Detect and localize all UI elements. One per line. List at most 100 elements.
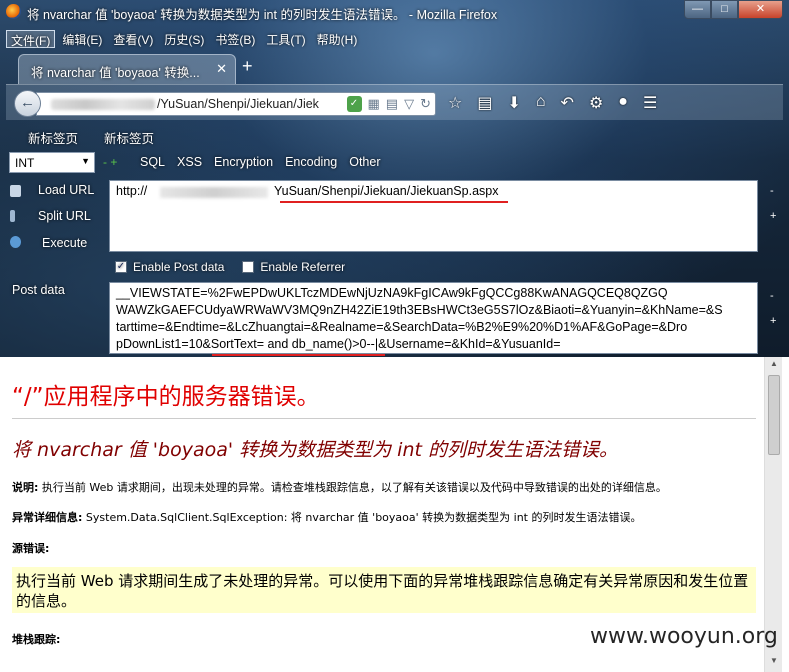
hackbar-menu-other[interactable]: Other [349, 155, 380, 169]
menu-view[interactable]: 查看(V) [109, 30, 157, 48]
load-url-icon [10, 185, 21, 197]
hackbar-url-path: YuSuan/Shenpi/Jiekuan/JiekuanSp.aspx [274, 184, 499, 198]
stack-trace: 堆栈跟踪: [12, 631, 60, 647]
browser-chrome: 将 nvarchar 值 'boyaoa' 转换为数据类型为 int 的列时发生… [0, 0, 789, 357]
window-title: 将 nvarchar 值 'boyaoa' 转换为数据类型为 int 的列时发生… [27, 8, 498, 22]
menu-file[interactable]: 文件(F) [6, 30, 56, 48]
menu-edit[interactable]: 编辑(E) [58, 30, 106, 48]
execute-button[interactable]: Execute [42, 236, 87, 250]
post-data-label: Post data [12, 283, 65, 297]
close-button[interactable]: ✕ [738, 0, 783, 19]
enable-referrer-checkbox[interactable]: Enable Referrer [242, 260, 345, 274]
hackbar-menu-sql[interactable]: SQL [140, 155, 165, 169]
scroll-up-icon[interactable]: ▲ [765, 359, 783, 373]
reader-icon[interactable]: ▤ [386, 96, 398, 112]
tab-active[interactable]: 将 nvarchar 值 'boyaoa' 转换... ✕ [18, 54, 236, 84]
toolbar-icons: ☆ ▤ ⬇ ⌂ ↶ ⚙ ● ☰ [448, 93, 657, 113]
side-plus-icon[interactable]: + [770, 210, 776, 222]
list-icon[interactable]: ▤ [477, 93, 492, 113]
hackbar-type-value: INT [15, 156, 35, 170]
execute-icon [10, 236, 21, 248]
post-line-1: __VIEWSTATE=%2FwEPDwUKLTczMDEwNjUzNA9kFg… [116, 286, 668, 300]
menu-help[interactable]: 帮助(H) [313, 30, 362, 48]
plugin-icon[interactable]: ⚙ [589, 93, 603, 113]
dropdown-icon[interactable]: ▽ [404, 96, 414, 112]
stack-trace-label: 堆栈跟踪: [12, 633, 61, 646]
exception-text: System.Data.SqlClient.SqlException: 将 nv… [82, 511, 642, 524]
hackbar-menu-xss[interactable]: XSS [177, 155, 202, 169]
exception-details: 异常详细信息: System.Data.SqlClient.SqlExcepti… [12, 509, 642, 525]
hackbar-url-prefix: http:// [116, 184, 148, 198]
menu-bar: 文件(F) 编辑(E) 查看(V) 历史(S) 书签(B) 工具(T) 帮助(H… [6, 30, 364, 48]
chevron-down-icon: ▼ [81, 156, 90, 166]
addon-icon[interactable]: ● [618, 93, 628, 113]
side-minus-icon[interactable]: - [770, 185, 774, 197]
minimize-button[interactable]: — [684, 0, 711, 19]
scroll-thumb[interactable] [768, 375, 780, 455]
divider [12, 418, 756, 419]
source-error: 源错误: [12, 540, 49, 556]
maximize-button[interactable]: □ [711, 0, 738, 19]
enable-referrer-label: Enable Referrer [260, 260, 346, 274]
source-error-box: 执行当前 Web 请求期间生成了未处理的异常。可以使用下面的异常堆栈跟踪信息确定… [12, 567, 756, 613]
bookmarks-bar: 新标签页 新标签页 [28, 128, 154, 147]
hackbar-increment-buttons[interactable]: - + [103, 155, 117, 169]
side-plus-icon-2[interactable]: + [770, 315, 776, 327]
bookmark-new-tab-1[interactable]: 新标签页 [28, 128, 78, 147]
menu-icon[interactable]: ☰ [643, 93, 657, 113]
back-button[interactable]: ← [14, 90, 41, 117]
hackbar-url-field[interactable]: http:// YuSuan/Shenpi/Jiekuan/JiekuanSp.… [109, 180, 758, 252]
post-line-4: pDownList1=10&SortText= and db_name()>0-… [116, 337, 561, 351]
split-url-icon [10, 210, 15, 222]
url-redacted [51, 99, 155, 110]
checkbox-checked[interactable]: ✓ [115, 261, 127, 273]
hackbar-menu-encoding[interactable]: Encoding [285, 155, 337, 169]
url-bar-icons: ✓ ▦ ▤ ▽ ↻ [346, 96, 431, 112]
hackbar-post-field[interactable]: __VIEWSTATE=%2FwEPDwUKLTczMDEwNjUzNA9kFg… [109, 282, 758, 354]
checkbox-unchecked[interactable] [242, 261, 255, 273]
download-icon[interactable]: ⬇ [507, 93, 520, 113]
exception-label: 异常详细信息: [12, 511, 83, 524]
new-tab-button[interactable]: + [242, 56, 253, 77]
hackbar-menu: SQL XSS Encryption Encoding Other [140, 155, 380, 169]
side-minus-icon-2[interactable]: - [770, 290, 774, 302]
url-text: /YuSuan/Shenpi/Jiekuan/Jiek [157, 97, 319, 111]
hackbar-menu-encryption[interactable]: Encryption [214, 155, 273, 169]
split-url-button[interactable]: Split URL [38, 209, 91, 223]
watermark: www.wooyun.org [590, 624, 778, 649]
hackbar-options: ✓ Enable Post data Enable Referrer [115, 260, 345, 274]
page-title: “/”应用程序中的服务器错误。 [12, 384, 320, 410]
shield-icon[interactable]: ✓ [346, 96, 362, 112]
navigation-bar: /YuSuan/Shenpi/Jiekuan/Jiek ✓ ▦ ▤ ▽ ↻ ← … [6, 84, 783, 120]
error-subtitle: 将 nvarchar 值 'boyaoa' 转换为数据类型为 int 的列时发生… [12, 439, 618, 461]
source-error-text: 执行当前 Web 请求期间生成了未处理的异常。可以使用下面的异常堆栈跟踪信息确定… [16, 572, 749, 610]
firefox-logo-icon [6, 4, 21, 19]
qr-icon[interactable]: ▦ [368, 96, 380, 112]
reload-icon[interactable]: ↻ [420, 96, 431, 112]
home-icon[interactable]: ⌂ [536, 93, 546, 113]
enable-post-checkbox[interactable]: ✓ Enable Post data [115, 260, 224, 274]
undo-icon[interactable]: ↶ [561, 93, 574, 113]
bookmark-new-tab-2[interactable]: 新标签页 [104, 128, 154, 147]
annotation-underline-url [280, 201, 508, 203]
tab-label: 将 nvarchar 值 'boyaoa' 转换... [31, 66, 200, 80]
post-line-3: tarttime=&Endtime=&LcZhuangtai=&Realname… [116, 320, 688, 334]
source-error-label: 源错误: [12, 542, 50, 555]
error-description: 说明: 执行当前 Web 请求期间，出现未处理的异常。请检查堆栈跟踪信息，以了解… [12, 479, 667, 495]
hackbar-url-redacted [160, 187, 268, 198]
annotation-underline-post [212, 354, 385, 356]
description-label: 说明: [12, 481, 39, 494]
url-bar[interactable]: /YuSuan/Shenpi/Jiekuan/Jiek ✓ ▦ ▤ ▽ ↻ [36, 92, 436, 116]
load-url-button[interactable]: Load URL [38, 183, 94, 197]
title-bar: 将 nvarchar 值 'boyaoa' 转换为数据类型为 int 的列时发生… [0, 0, 789, 24]
tab-close-icon[interactable]: ✕ [216, 61, 227, 77]
menu-bookmarks[interactable]: 书签(B) [211, 30, 259, 48]
star-icon[interactable]: ☆ [448, 93, 462, 113]
enable-post-label: Enable Post data [133, 260, 225, 274]
menu-tools[interactable]: 工具(T) [262, 30, 309, 48]
scroll-down-icon[interactable]: ▼ [765, 656, 783, 670]
description-text: 执行当前 Web 请求期间，出现未处理的异常。请检查堆栈跟踪信息，以了解有关该错… [38, 481, 667, 494]
hackbar-type-select[interactable]: INT ▼ [9, 152, 95, 173]
menu-history[interactable]: 历史(S) [160, 30, 208, 48]
post-line-2: WAWZkGAEFCUdyaWRWaWV3MQ9nZH42ZiE19th3EBs… [116, 303, 723, 317]
